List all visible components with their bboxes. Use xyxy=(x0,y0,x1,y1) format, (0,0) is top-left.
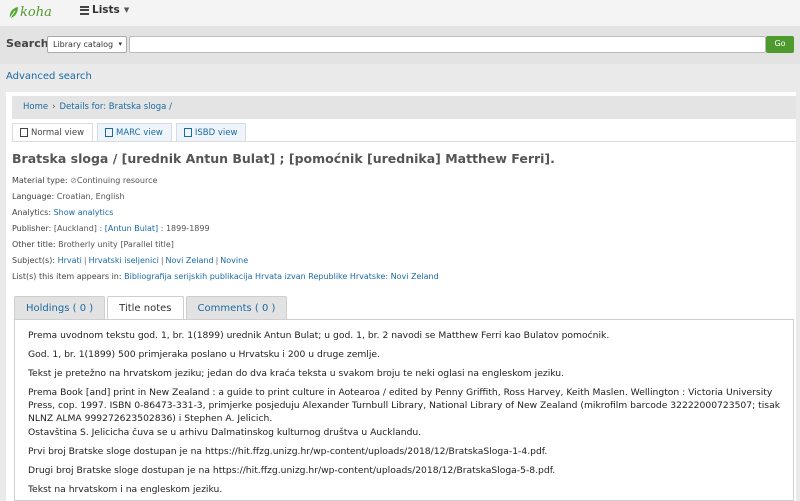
tab-holdings[interactable]: Holdings ( 0 ) xyxy=(14,296,106,319)
koha-logo[interactable]: koha xyxy=(8,2,52,22)
note-text: God. 1, br. 1(1899) 500 primjeraka posla… xyxy=(28,349,380,360)
note-text: Tekst je pretežno na hrvatskom jeziku; j… xyxy=(28,368,565,379)
note-text: Prema uvodnom tekstu god. 1, br. 1(1899)… xyxy=(28,330,610,341)
subject-link[interactable]: Novine xyxy=(220,256,248,265)
tab-title-notes[interactable]: Title notes xyxy=(107,296,184,319)
lists-menu[interactable]: Lists ▼ xyxy=(80,4,129,16)
breadcrumb: Home › Details for: Bratska sloga / xyxy=(12,96,796,119)
tab-isbd-view[interactable]: ISBD view xyxy=(175,123,247,141)
note-text: Drugi broj Bratske sloge dostupan je na … xyxy=(28,465,556,476)
tab-marc-view[interactable]: MARC view xyxy=(97,123,172,141)
main-content: Home › Details for: Bratska sloga / Normal… xyxy=(6,92,796,501)
language-value: Croatian, English xyxy=(56,192,125,201)
record-title: Bratska sloga / [urednik Antun Bulat] ; … xyxy=(12,151,555,166)
breadcrumb-separator: › xyxy=(52,102,56,112)
language-label: Language: xyxy=(12,192,55,201)
publisher-place: [Auckland] xyxy=(53,224,97,233)
publisher-name-link[interactable]: [Antun Bulat] xyxy=(105,224,158,233)
search-scope-select[interactable]: Library catalog ▾ xyxy=(47,36,127,53)
note-text: Prema Book [and] print in New Zealand : … xyxy=(28,387,781,424)
tab-label: ISBD view xyxy=(194,128,238,138)
note-text: Ostavština S. Jelicicha čuva se u arhivu… xyxy=(28,427,422,438)
search-scope-value: Library catalog xyxy=(53,40,114,49)
material-type-label: Material type: xyxy=(12,176,68,185)
advanced-search-link[interactable]: Advanced search xyxy=(6,71,92,82)
lists-menu-label: Lists xyxy=(92,4,120,16)
tab-label: MARC view xyxy=(116,128,163,138)
advanced-search-row: Advanced search xyxy=(0,64,800,92)
breadcrumb-details[interactable]: Details for: Bratska sloga / xyxy=(60,102,172,112)
subject-link[interactable]: Hrvatski iseljenici xyxy=(89,256,159,265)
publisher-row: Publisher: [Auckland] : [Antun Bulat] : … xyxy=(12,224,210,233)
title-notes-panel: Prema uvodnom tekstu god. 1, br. 1(1899)… xyxy=(14,319,794,501)
material-type-value: Continuing resource xyxy=(76,176,158,185)
subjects-label: Subject(s): xyxy=(12,256,56,265)
continuing-resource-icon: ⊘ xyxy=(70,176,77,185)
publisher-date: : 1899-1899 xyxy=(160,224,210,233)
logo-text: koha xyxy=(20,4,52,20)
tabs-divider xyxy=(12,141,796,142)
subject-link[interactable]: Novi Zeland xyxy=(166,256,214,265)
list-icon xyxy=(183,128,192,137)
show-analytics-link[interactable]: Show analytics xyxy=(54,208,114,217)
tab-comments[interactable]: Comments ( 0 ) xyxy=(185,296,288,319)
chevron-down-icon: ▾ xyxy=(118,40,122,48)
document-icon xyxy=(20,128,28,137)
publisher-colon: : xyxy=(99,224,103,233)
record-tabs: Holdings ( 0 ) Title notes Comments ( 0 … xyxy=(14,296,288,319)
lists-row: List(s) this item appears in: Bibliograf… xyxy=(12,272,439,281)
leaf-icon xyxy=(9,6,18,18)
breadcrumb-home[interactable]: Home xyxy=(23,102,48,112)
list-icon xyxy=(105,128,114,137)
search-bar: Search Library catalog ▾ Go xyxy=(0,26,800,64)
language-row: Language: Croatian, English xyxy=(12,192,125,201)
material-type-row: Material type: ⊘Continuing resource xyxy=(12,176,157,185)
search-label: Search xyxy=(6,37,49,50)
other-title-value: Brotherly unity [Parallel title] xyxy=(58,240,174,249)
note-text: Prvi broj Bratske sloge dostupan je na h… xyxy=(28,446,548,457)
tab-label: Normal view xyxy=(31,128,85,138)
caret-down-icon: ▼ xyxy=(123,6,130,14)
analytics-row: Analytics: Show analytics xyxy=(12,208,113,217)
top-navbar: koha Lists ▼ xyxy=(0,0,800,26)
go-button[interactable]: Go xyxy=(766,36,794,53)
other-title-label: Other title: xyxy=(12,240,56,249)
list-link[interactable]: Bibliografija serijskih publikacija Hrva… xyxy=(124,272,439,281)
tab-normal-view[interactable]: Normal view xyxy=(12,123,94,141)
subjects-row: Subject(s): Hrvati | Hrvatski iseljenici | N… xyxy=(12,256,249,265)
note-text: Tekst na hrvatskom i na engleskom jeziku… xyxy=(28,484,223,495)
publisher-label: Publisher: xyxy=(12,224,52,233)
subject-link[interactable]: Hrvati xyxy=(58,256,82,265)
list-icon xyxy=(80,5,89,15)
analytics-label: Analytics: xyxy=(12,208,52,217)
view-tabs: Normal view MARC view ISBD view xyxy=(12,123,247,141)
search-input[interactable] xyxy=(129,36,766,53)
lists-label: List(s) this item appears in: xyxy=(12,272,122,281)
other-title-row: Other title: Brotherly unity [Parallel t… xyxy=(12,240,174,249)
